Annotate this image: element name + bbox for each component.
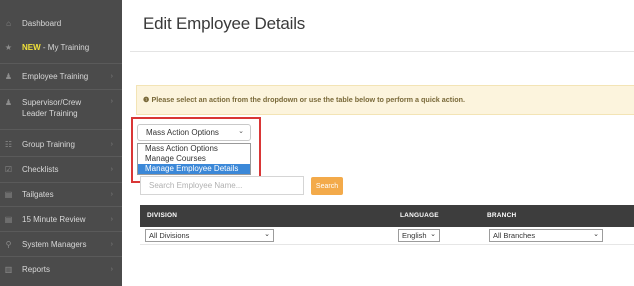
column-header-language: LANGUAGE	[400, 212, 439, 219]
sidebar-item-label: Reports	[22, 264, 51, 274]
divider	[130, 51, 634, 52]
column-header-branch: BRANCH	[487, 212, 517, 219]
sidebar-divider	[0, 89, 122, 90]
option-manage-courses[interactable]: Manage Courses	[138, 154, 250, 164]
chevron-right-icon: ›	[110, 165, 113, 173]
home-icon: ⌂	[6, 18, 11, 28]
sidebar-item-label: Checklists	[22, 164, 59, 174]
sidebar-item-15-minute-review[interactable]: ▤ 15 Minute Review ›	[0, 212, 122, 226]
chevron-down-icon: ⌄	[238, 128, 244, 135]
mass-action-select-value: Mass Action Options	[146, 128, 219, 137]
mass-action-select[interactable]: Mass Action Options ⌄	[137, 124, 251, 141]
option-mass-action-options[interactable]: Mass Action Options	[138, 144, 250, 154]
sidebar-divider	[0, 129, 122, 130]
sidebar-item-supervisor-training[interactable]: ♟ Supervisor/Crew Leader Training ›	[0, 95, 122, 121]
chevron-right-icon: ›	[110, 140, 113, 148]
sidebar-divider	[0, 206, 122, 207]
sidebar-item-label: Dashboard	[22, 18, 62, 28]
table-header: DIVISION LANGUAGE BRANCH	[140, 205, 634, 227]
table-filter-row: All Divisions ⌄ English ⌄ All Branches ⌄	[140, 227, 634, 245]
sidebar-divider	[0, 231, 122, 232]
sidebar-divider	[0, 256, 122, 257]
sidebar-item-label: NEW - My Training	[22, 42, 89, 53]
sidebar-item-label: Employee Training	[22, 71, 89, 81]
language-select-value: English	[402, 231, 427, 240]
column-header-division: DIVISION	[147, 212, 178, 219]
person-icon: ♟	[4, 98, 13, 107]
sidebar-item-label: Tailgates	[22, 189, 54, 199]
sidebar-divider	[0, 63, 122, 64]
chevron-right-icon: ›	[110, 98, 113, 105]
sidebar-item-employee-training[interactable]: ♟ Employee Training ›	[0, 69, 122, 83]
chevron-down-icon: ⌄	[593, 231, 599, 238]
info-alert: ❶ Please select an action from the dropd…	[136, 85, 634, 115]
group-icon: ☷	[4, 139, 13, 149]
chevron-right-icon: ›	[110, 215, 113, 223]
sidebar-item-label: Supervisor/Crew Leader Training	[22, 98, 82, 118]
sidebar-item-label: System Managers	[22, 239, 87, 249]
sidebar: ⌂ Dashboard ★ NEW - My Training ♟ Employ…	[0, 0, 122, 286]
sidebar-item-reports[interactable]: ▥ Reports ›	[0, 262, 122, 276]
sidebar-item-dashboard[interactable]: ⌂ Dashboard	[0, 16, 122, 30]
info-icon: ❶	[143, 95, 150, 104]
mass-action-dropdown: Mass Action Options Manage Courses Manag…	[137, 143, 251, 175]
chevron-right-icon: ›	[110, 265, 113, 273]
info-message: Please select an action from the dropdow…	[151, 95, 465, 104]
sidebar-divider	[0, 182, 122, 183]
chevron-right-icon: ›	[110, 190, 113, 198]
page-title: Edit Employee Details	[143, 14, 306, 33]
document-icon: ▤	[4, 189, 13, 199]
option-manage-employee-details[interactable]: Manage Employee Details	[138, 164, 250, 174]
sidebar-item-checklists[interactable]: ☑ Checklists ›	[0, 162, 122, 176]
sidebar-item-tailgates[interactable]: ▤ Tailgates ›	[0, 187, 122, 201]
chevron-down-icon: ⌄	[264, 231, 270, 238]
sidebar-item-my-training[interactable]: ★ NEW - My Training	[0, 40, 122, 54]
sidebar-item-text: - My Training	[42, 42, 90, 52]
chevron-down-icon: ⌄	[430, 231, 436, 238]
division-select-value: All Divisions	[149, 231, 190, 240]
star-icon: ★	[4, 42, 13, 52]
document-icon: ▤	[4, 214, 13, 224]
branch-select-value: All Branches	[493, 231, 536, 240]
chart-icon: ▥	[4, 264, 13, 274]
sidebar-item-group-training[interactable]: ☷ Group Training ›	[0, 137, 122, 151]
new-badge: NEW	[22, 42, 41, 52]
division-select[interactable]: All Divisions ⌄	[145, 229, 274, 242]
search-button[interactable]: Search	[311, 177, 343, 195]
chevron-right-icon: ›	[110, 240, 113, 248]
checklist-icon: ☑	[4, 164, 13, 174]
sidebar-item-system-managers[interactable]: ⚲ System Managers ›	[0, 237, 122, 251]
employee-search-input[interactable]: Search Employee Name...	[140, 176, 304, 195]
sitemap-icon: ⚲	[5, 239, 12, 249]
info-alert-text: ❶ Please select an action from the dropd…	[143, 95, 465, 104]
chevron-right-icon: ›	[110, 72, 113, 80]
sidebar-item-label: 15 Minute Review	[22, 214, 86, 224]
sidebar-divider	[0, 156, 122, 157]
language-select[interactable]: English ⌄	[398, 229, 440, 242]
sidebar-item-label: Group Training	[22, 139, 75, 149]
person-icon: ♟	[4, 71, 13, 81]
branch-select[interactable]: All Branches ⌄	[489, 229, 603, 242]
